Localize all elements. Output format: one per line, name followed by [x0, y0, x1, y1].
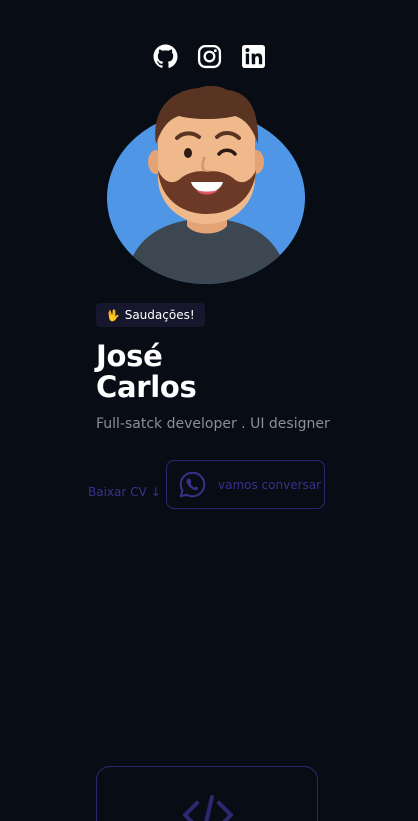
whatsapp-icon	[179, 471, 206, 498]
last-name: Carlos	[96, 370, 197, 404]
instagram-link[interactable]	[197, 44, 222, 69]
arrow-down-icon: ↓	[150, 485, 161, 499]
github-link[interactable]	[153, 44, 178, 69]
page: 🖖 Saudações! José Carlos Full-satck deve…	[0, 0, 418, 821]
first-name: José	[96, 339, 163, 373]
linkedin-icon	[241, 45, 265, 68]
download-cv-link[interactable]: Baixar CV ↓	[88, 485, 161, 499]
skill-card	[96, 766, 318, 821]
download-cv-label: Baixar CV	[88, 485, 147, 499]
whatsapp-chat-button[interactable]: vamos conversar	[166, 460, 325, 509]
avatar	[107, 85, 307, 286]
greeting-badge: 🖖 Saudações!	[96, 303, 205, 327]
instagram-icon	[197, 44, 221, 69]
memoji-avatar	[107, 85, 305, 284]
linkedin-link[interactable]	[241, 44, 266, 69]
social-links	[0, 44, 418, 69]
profile-name: José Carlos	[96, 341, 356, 403]
profile-role: Full-satck developer . UI designer	[96, 416, 330, 432]
waving-hand-icon: 🖖	[106, 308, 120, 322]
greeting-label: Saudações!	[124, 308, 195, 322]
code-icon	[183, 795, 233, 821]
github-icon	[153, 44, 177, 68]
whatsapp-chat-label: vamos conversar	[218, 477, 322, 492]
